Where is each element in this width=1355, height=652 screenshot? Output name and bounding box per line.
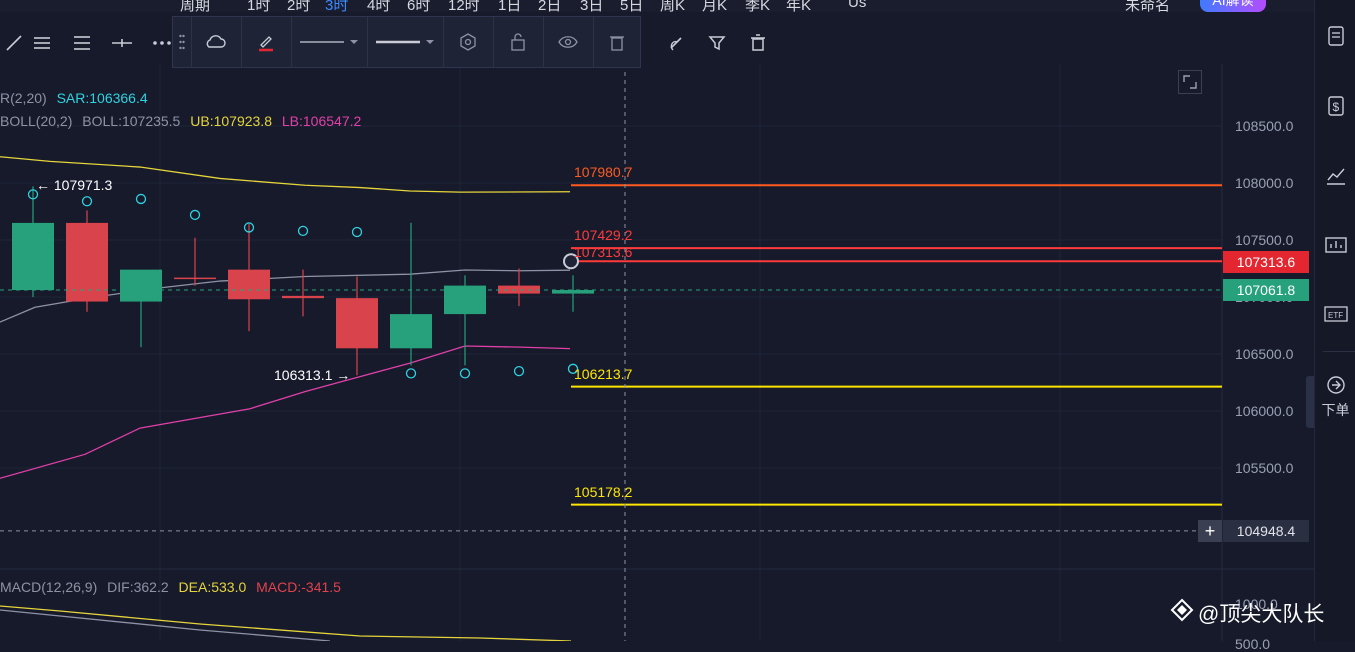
trend-chart-icon[interactable]	[1315, 166, 1355, 186]
sar-point	[135, 193, 147, 205]
interval-8[interactable]: 2日	[538, 0, 561, 12]
cursor-price-tag: 104948.4	[1223, 520, 1309, 542]
dea-line	[0, 605, 572, 642]
low-marker: 106313.1 →	[274, 367, 351, 383]
ai-button[interactable]: AI解读	[1200, 0, 1266, 12]
price-axis-label: 107500.0	[1235, 232, 1294, 248]
candle-body	[390, 314, 432, 349]
candle-body	[228, 269, 270, 300]
candle-body	[174, 277, 216, 280]
visibility-icon[interactable]	[543, 17, 594, 67]
lock-icon[interactable]	[493, 17, 544, 67]
order-icon[interactable]	[1315, 375, 1355, 395]
drag-handle-icon[interactable]	[173, 17, 192, 67]
price-level-label: 107313.6	[574, 244, 633, 261]
right-panel: $ ETF 下单	[1314, 0, 1355, 641]
price-level-label: 106213.7	[574, 365, 633, 382]
interval-4[interactable]: 4时	[367, 0, 390, 12]
dif-line	[0, 609, 331, 642]
template-icon[interactable]	[191, 17, 242, 67]
sar-point	[351, 226, 363, 238]
trash-icon[interactable]	[744, 29, 772, 57]
candle-body	[12, 222, 54, 291]
interval-1[interactable]: 1时	[247, 0, 270, 12]
boll-lower-line	[0, 345, 571, 479]
layout-name[interactable]: 未命名	[1125, 0, 1170, 12]
line-tool-icon[interactable]	[0, 29, 28, 57]
price-axis-label: 108500.0	[1235, 118, 1294, 134]
horizontal-ray-icon[interactable]	[108, 29, 136, 57]
svg-text:$: $	[1332, 100, 1339, 114]
diamond-logo-icon	[1170, 598, 1194, 628]
line-width-dropdown[interactable]	[367, 17, 444, 67]
interval-0[interactable]: 周期	[180, 0, 210, 12]
interval-10[interactable]: 5日	[620, 0, 643, 12]
panel-collapse-handle[interactable]	[1306, 376, 1314, 428]
svg-text:ETF: ETF	[1328, 311, 1343, 320]
high-marker: ← 107971.3	[36, 177, 113, 193]
candle-body	[120, 269, 162, 302]
price-axis-label: 106000.0	[1235, 403, 1294, 419]
line-color-icon[interactable]	[241, 17, 292, 67]
dollar-icon[interactable]: $	[1315, 96, 1355, 116]
line-style-dropdown[interactable]	[291, 17, 368, 67]
parallel-lines-icon[interactable]	[28, 29, 56, 57]
price-chart[interactable]: R(2,20) SAR:106366.4 BOLL(20,2) BOLL:107…	[0, 64, 1314, 652]
price-axis-label: 105500.0	[1235, 460, 1294, 476]
interval-5[interactable]: 6时	[407, 0, 430, 12]
price-level-label: 107980.7	[574, 164, 633, 181]
interval-13[interactable]: 季K	[745, 0, 770, 12]
candle-body	[282, 295, 324, 299]
interval-bar: 周期 1时 2时 3时 4时 6时 12时 1日 2日 3日 5日 周K 月K 季K 年K Us 未命名 AI解读	[0, 0, 1314, 12]
horizontal-lines-icon[interactable]	[68, 29, 96, 57]
watermark: @顶尖大队长	[1170, 598, 1324, 628]
sar-point	[459, 368, 471, 379]
sar-point	[405, 368, 417, 379]
interval-7[interactable]: 1日	[498, 0, 521, 12]
sar-point	[513, 365, 525, 377]
add-alert-button[interactable]: +	[1198, 520, 1222, 542]
interval-6[interactable]: 12时	[448, 0, 480, 12]
interval-12[interactable]: 月K	[702, 0, 727, 12]
timezone-label[interactable]: Us	[848, 0, 866, 11]
orderbook-icon[interactable]	[1315, 26, 1355, 46]
candle-body	[336, 298, 378, 349]
sar-legend: R(2,20) SAR:106366.4	[0, 90, 148, 106]
panel-divider	[1323, 351, 1355, 352]
line-style-toolbar	[172, 16, 641, 68]
sar-point	[297, 225, 309, 237]
boll-legend: BOLL(20,2) BOLL:107235.5 UB:107923.8 LB:…	[0, 113, 362, 129]
interval-3[interactable]: 3时	[325, 0, 348, 12]
price-level-label: 107429.2	[574, 227, 633, 244]
measure-icon[interactable]	[662, 29, 690, 57]
settings-icon[interactable]	[443, 17, 494, 67]
interval-9[interactable]: 3日	[580, 0, 603, 12]
sar-point	[81, 196, 93, 207]
interval-11[interactable]: 周K	[660, 0, 685, 12]
alert-price-tag: 107313.6	[1223, 251, 1309, 273]
candle-body	[552, 290, 594, 294]
filter-icon[interactable]	[703, 29, 731, 57]
macd-axis-label: 500.0	[1235, 636, 1271, 652]
price-axis-label: 108000.0	[1235, 175, 1294, 191]
monitor-icon[interactable]	[1315, 236, 1355, 256]
interval-2[interactable]: 2时	[287, 0, 310, 12]
current-price-tag: 107061.8	[1223, 279, 1309, 301]
fullscreen-icon[interactable]	[1178, 70, 1202, 94]
price-level-label: 105178.2	[574, 483, 633, 500]
order-label[interactable]: 下单	[1315, 400, 1355, 420]
price-axis-label: 106500.0	[1235, 346, 1294, 362]
sar-point	[189, 209, 201, 221]
etf-icon[interactable]: ETF	[1315, 304, 1355, 324]
interval-14[interactable]: 年K	[786, 0, 811, 12]
macd-legend: MACD(12,26,9) DIF:362.2 DEA:533.0 MACD:-…	[0, 579, 341, 595]
chart-canvas[interactable]	[0, 64, 1314, 642]
delete-drawing-icon[interactable]	[593, 17, 640, 67]
